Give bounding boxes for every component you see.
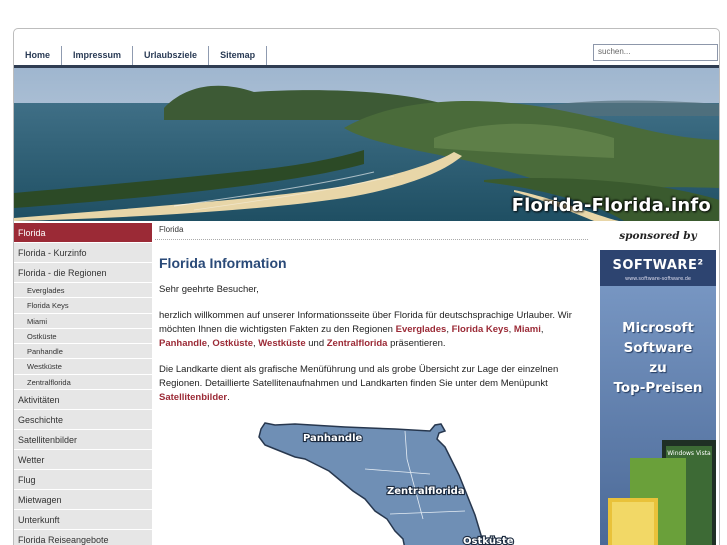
link-florida-keys[interactable]: Florida Keys	[452, 324, 509, 335]
florida-map[interactable]: Panhandle Zentralflorida Ostküste	[255, 419, 515, 545]
page-title: Florida Information	[159, 255, 287, 271]
map-text: Die Landkarte dient als grafische Menüfü…	[159, 364, 559, 389]
sidebar-subitem-everglades[interactable]: Everglades	[14, 283, 152, 299]
ad-logo-url: www.software-software.de	[625, 276, 691, 282]
map-label-panhandle[interactable]: Panhandle	[302, 432, 364, 445]
ad-box-label: Windows Vista	[667, 450, 711, 457]
nav-urlaubsziele[interactable]: Urlaubsziele	[133, 46, 210, 65]
sidebar-subitem-westkueste[interactable]: Westküste	[14, 359, 152, 375]
sidebar-item-geschichte[interactable]: Geschichte	[14, 410, 152, 431]
link-panhandle[interactable]: Panhandle	[159, 338, 207, 349]
site-title: Florida-Florida.info	[511, 195, 711, 216]
sidebar-subitem-ostkueste[interactable]: Ostküste	[14, 328, 152, 345]
link-satellitenbilder[interactable]: Satellitenbilder	[159, 392, 227, 403]
ad-line-2: Software	[623, 340, 693, 356]
main-content: Florida Florida Information Sehr geehrte…	[155, 223, 589, 545]
sidebar-item-unterkunft[interactable]: Unterkunft	[14, 510, 152, 531]
nav-home[interactable]: Home	[14, 46, 63, 65]
map-label-zentralflorida[interactable]: Zentralflorida	[386, 485, 466, 498]
florida-shape[interactable]	[258, 422, 485, 545]
sidebar-item-regionen[interactable]: Florida - die Regionen	[14, 263, 152, 283]
link-miami[interactable]: Miami	[514, 324, 541, 335]
sidebar-item-aktivitaeten[interactable]: Aktivitäten	[14, 390, 152, 411]
ad-logo: SOFTWARE²	[612, 258, 704, 273]
sidebar-item-satellitenbilder[interactable]: Satellitenbilder	[14, 430, 152, 451]
ad-line-3: zu	[649, 360, 667, 376]
sponsor-heading: sponsored by	[619, 230, 697, 242]
map-text-end: .	[227, 392, 230, 403]
ad-line-1: Microsoft	[622, 320, 694, 336]
sidebar-item-florida[interactable]: Florida	[14, 223, 152, 243]
map-label-ostkueste[interactable]: Ostküste	[462, 535, 515, 545]
separator: ,	[540, 324, 544, 335]
greeting-text: Sehr geehrte Besucher,	[159, 284, 259, 295]
sidebar-subitem-miami[interactable]: Miami	[14, 313, 152, 329]
sidebar-subitem-zentralflorida[interactable]: Zentralflorida	[14, 374, 152, 391]
link-ostkueste[interactable]: Ostküste	[212, 338, 253, 349]
link-everglades[interactable]: Everglades	[396, 324, 447, 335]
nav-impressum[interactable]: Impressum	[62, 46, 134, 65]
breadcrumb: Florida	[155, 223, 588, 240]
intro-paragraph: herzlich willkommen auf unserer Informat…	[159, 309, 589, 351]
top-nav: Home Impressum Urlaubsziele Sitemap	[14, 46, 268, 66]
sidebar-nav: Florida Florida - Kurzinfo Florida - die…	[14, 223, 152, 545]
sidebar-item-kurzinfo[interactable]: Florida - Kurzinfo	[14, 243, 152, 263]
sidebar-item-reiseangebote[interactable]: Florida Reiseangebote	[14, 530, 152, 545]
link-westkueste[interactable]: Westküste	[258, 338, 305, 349]
intro-end-text: präsentieren.	[387, 338, 446, 349]
search-input[interactable]: suchen...	[593, 44, 718, 61]
sidebar-item-flug[interactable]: Flug	[14, 470, 152, 491]
sidebar-subitem-panhandle[interactable]: Panhandle	[14, 344, 152, 360]
ad-background	[600, 250, 716, 545]
nav-sitemap[interactable]: Sitemap	[209, 46, 268, 65]
link-zentralflorida[interactable]: Zentralflorida	[327, 338, 388, 349]
sidebar-item-mietwagen[interactable]: Mietwagen	[14, 490, 152, 511]
ad-line-4: Top-Preisen	[613, 380, 703, 396]
sidebar-item-wetter[interactable]: Wetter	[14, 450, 152, 471]
sponsor-ad-banner[interactable]: SOFTWARE² www.software-software.de Micro…	[600, 250, 716, 545]
separator: und	[305, 338, 327, 349]
sidebar-subitem-florida-keys[interactable]: Florida Keys	[14, 298, 152, 314]
header-banner: Florida-Florida.info	[14, 68, 719, 221]
map-paragraph: Die Landkarte dient als grafische Menüfü…	[159, 363, 589, 405]
